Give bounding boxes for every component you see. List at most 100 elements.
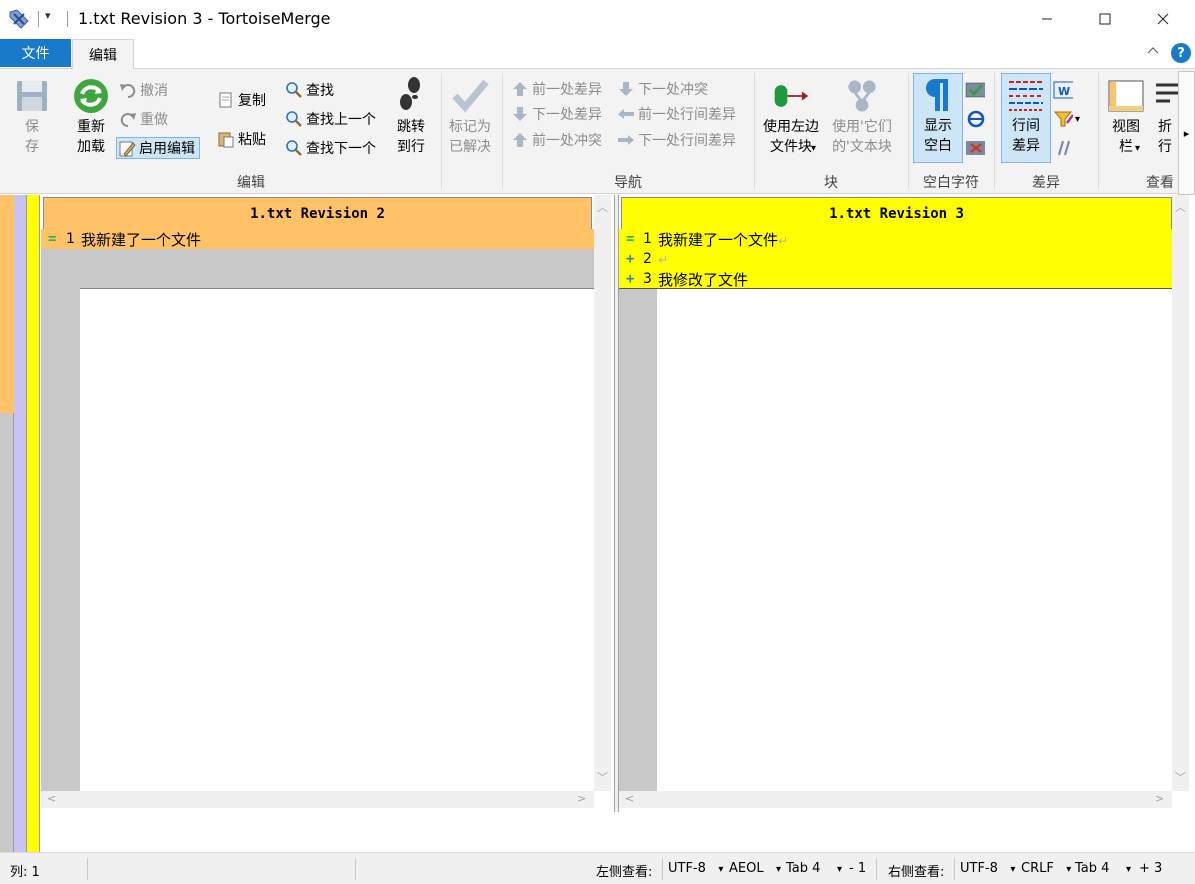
mark-resolved-button[interactable]: 标记为 已解决 xyxy=(444,75,496,157)
tortoisemerge-logo-icon[interactable] xyxy=(8,8,30,30)
enable-edit-button[interactable]: 启用编辑 xyxy=(116,137,200,159)
find-next-button[interactable]: 查找下一个 xyxy=(284,137,376,159)
ignore-case-button[interactable] xyxy=(1053,137,1075,159)
maximize-button[interactable] xyxy=(1076,0,1134,38)
scroll-up-icon[interactable]: ︿ xyxy=(1175,199,1186,215)
right-encoding-dropdown[interactable]: UTF-8 ▾ xyxy=(960,861,1015,876)
left-encoding-dropdown[interactable]: UTF-8 ▾ xyxy=(668,861,723,876)
location-bar-middle[interactable] xyxy=(14,195,27,852)
equal-marker-icon: = xyxy=(48,231,57,247)
right-vertical-scrollbar[interactable]: ︿ ﹀ xyxy=(1172,195,1189,791)
status-separator xyxy=(662,858,663,880)
magnifier-icon xyxy=(284,109,304,129)
right-pane-text-area[interactable] xyxy=(657,288,1172,791)
dropdown-arrow-icon[interactable]: ▾ xyxy=(1135,139,1140,159)
use-their-block-button[interactable]: 使用'它们 的'文本块 xyxy=(824,75,900,157)
word-diff-icon: W xyxy=(1053,80,1073,100)
find-button[interactable]: 查找 xyxy=(284,79,334,101)
whitespace-remove-button[interactable] xyxy=(965,137,987,159)
left-pane-header: 1.txt Revision 2 xyxy=(43,197,592,230)
scroll-left-icon[interactable]: < xyxy=(625,792,634,805)
highlight-filter-button[interactable]: ▾ xyxy=(1053,108,1080,130)
tab-file[interactable]: 文件 xyxy=(0,39,71,67)
dropdown-arrow-icon[interactable]: ▾ xyxy=(1075,114,1080,125)
show-whitespace-button[interactable]: 显示 空白 xyxy=(913,73,963,163)
quick-access-dropdown-icon[interactable]: ▾ xyxy=(45,9,51,22)
left-tab-dropdown[interactable]: Tab 4 ▾ xyxy=(786,861,842,876)
left-pane[interactable]: 1.txt Revision 2 = 1 我新建了一个文件 ︿ ﹀ < > xyxy=(41,195,614,812)
whitespace-ignore-button[interactable] xyxy=(965,108,987,130)
inline-diff-button[interactable]: 行间 差异 xyxy=(1001,73,1051,163)
whitespace-check-button[interactable] xyxy=(965,79,987,101)
right-pane-header: 1.txt Revision 3 xyxy=(621,197,1172,230)
tab-edit[interactable]: 编辑 xyxy=(72,39,134,69)
window-title: 1.txt Revision 3 - TortoiseMerge xyxy=(78,9,331,28)
use-left-block-button[interactable]: 使用左边 文件块 ▾ xyxy=(758,75,824,157)
group-label-view: 查看 xyxy=(1146,175,1174,191)
redo-icon xyxy=(118,109,138,129)
right-line-1[interactable]: = 1 我新建了一个文件↵ xyxy=(619,229,1172,249)
status-separator xyxy=(355,858,356,880)
right-pane[interactable]: 1.txt Revision 3 = 1 我新建了一个文件↵ + 2 ↵ + 3… xyxy=(619,195,1195,812)
next-inline-diff-label: 下一处行间差异 xyxy=(638,133,736,149)
line-text: ↵ xyxy=(658,250,668,268)
undo-button[interactable]: 撤消 xyxy=(118,79,168,101)
right-view-label: 右侧查看: xyxy=(888,865,945,880)
scroll-right-icon[interactable]: > xyxy=(577,792,586,805)
status-separator xyxy=(876,858,877,880)
left-vertical-scrollbar[interactable]: ︿ ﹀ xyxy=(594,195,611,791)
left-horizontal-scrollbar[interactable]: < > xyxy=(41,791,594,808)
ribbon-collapse-icon[interactable] xyxy=(1146,44,1160,58)
next-conflict-button[interactable]: 下一处冲突 xyxy=(616,78,708,100)
right-line-3[interactable]: + 3 我修改了文件 xyxy=(619,269,1172,289)
goto-line-label: 跳转 到行 xyxy=(397,119,425,155)
ribbon: 保 存 重新 加载 撤消 重做 启用编辑 复制 粘贴 查找 查找上一个 查找下一… xyxy=(0,68,1195,195)
close-button[interactable] xyxy=(1134,0,1192,38)
find-prev-button[interactable]: 查找上一个 xyxy=(284,108,376,130)
paste-button[interactable]: 粘贴 xyxy=(216,128,266,150)
location-bar[interactable] xyxy=(0,195,14,852)
prev-diff-button[interactable]: 前一处差异 xyxy=(510,78,602,100)
scroll-up-icon[interactable]: ︿ xyxy=(597,199,608,215)
line-text: 我新建了一个文件 xyxy=(81,230,202,249)
wrap-lines-button[interactable]: 折 行 xyxy=(1152,75,1178,157)
undo-icon xyxy=(118,80,138,100)
prev-inline-diff-label: 前一处行间差异 xyxy=(638,107,736,123)
scroll-left-icon[interactable]: < xyxy=(47,792,56,805)
right-tab-dropdown[interactable]: Tab 4 ▾ xyxy=(1075,861,1131,876)
goto-line-button[interactable]: 跳转 到行 xyxy=(390,75,432,157)
right-horizontal-scrollbar[interactable]: < > xyxy=(619,791,1172,808)
view-bar-button[interactable]: 视图 栏 ▾ xyxy=(1104,75,1148,157)
whitespace-circle-icon xyxy=(965,109,985,129)
wrap-lines-label: 折 行 xyxy=(1158,119,1172,155)
mark-resolved-label: 标记为 已解决 xyxy=(449,119,491,155)
scroll-down-icon[interactable]: ﹀ xyxy=(597,769,608,785)
left-pane-text-area[interactable] xyxy=(80,288,594,791)
left-line-1[interactable]: = 1 我新建了一个文件 xyxy=(41,229,594,249)
chevron-right-icon: ▸ xyxy=(1183,126,1190,140)
quick-access-separator xyxy=(38,11,39,27)
redo-button[interactable]: 重做 xyxy=(118,108,168,130)
scroll-down-icon[interactable]: ﹀ xyxy=(1175,769,1186,785)
next-diff-button[interactable]: 下一处差异 xyxy=(510,103,602,125)
group-label-nav: 导航 xyxy=(614,175,642,191)
dropdown-arrow-icon[interactable]: ▾ xyxy=(811,139,816,159)
inline-diff-label: 行间 差异 xyxy=(1012,118,1040,154)
word-diff-button[interactable]: W xyxy=(1053,79,1075,101)
arrow-left-icon xyxy=(616,104,636,124)
left-eol-dropdown[interactable]: AEOL ▾ xyxy=(729,861,781,876)
right-line-2[interactable]: + 2 ↵ xyxy=(619,249,1172,269)
copy-button[interactable]: 复制 xyxy=(216,89,266,111)
inline-diff-icon xyxy=(1006,74,1046,116)
reload-button[interactable]: 重新 加载 xyxy=(68,75,114,157)
minimize-button[interactable] xyxy=(1018,0,1076,38)
next-inline-diff-button[interactable]: 下一处行间差异 xyxy=(616,129,736,151)
prev-inline-diff-button[interactable]: 前一处行间差异 xyxy=(616,103,736,125)
location-bar-right[interactable] xyxy=(27,195,40,852)
right-eol-dropdown[interactable]: CRLF ▾ xyxy=(1021,861,1071,876)
prev-conflict-button[interactable]: 前一处冲突 xyxy=(510,129,602,151)
help-icon[interactable]: ? xyxy=(1171,43,1191,63)
save-button[interactable]: 保 存 xyxy=(10,75,54,157)
scroll-right-icon[interactable]: > xyxy=(1155,792,1164,805)
whitespace-x-icon xyxy=(965,138,985,158)
